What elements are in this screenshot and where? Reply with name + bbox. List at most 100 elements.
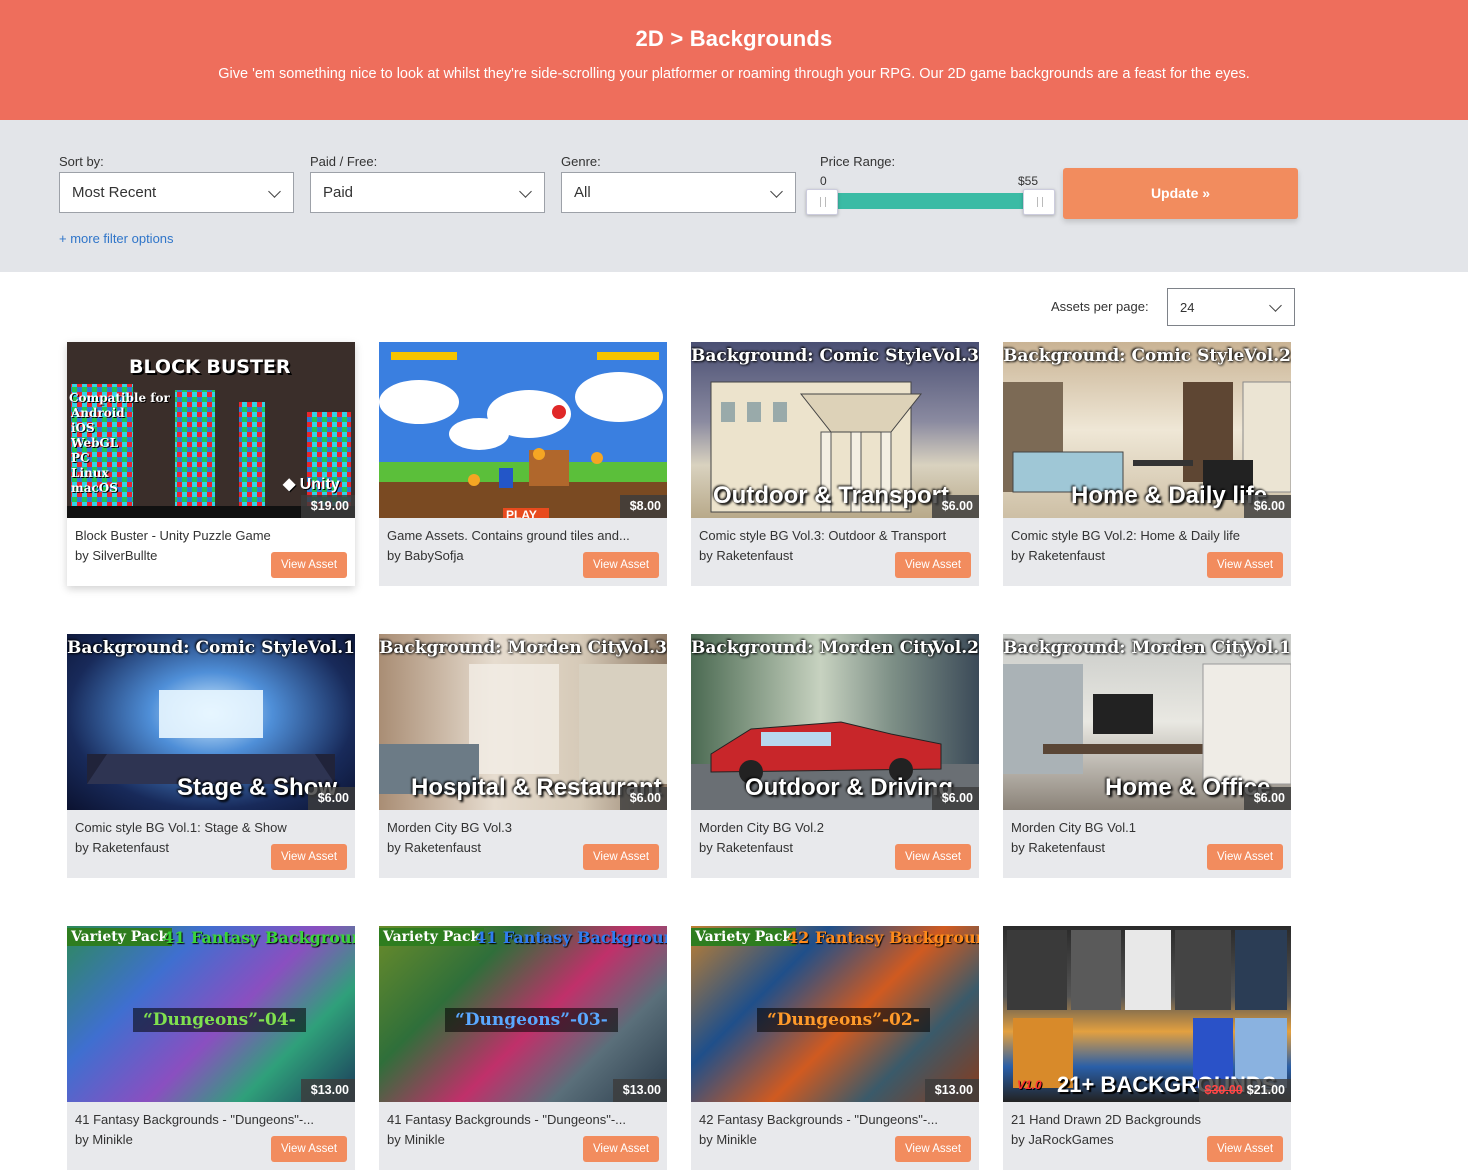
asset-author[interactable]: by Minikle [75,1132,133,1147]
price-min-value: 0 [820,174,827,188]
view-asset-button[interactable]: View Asset [1207,1136,1283,1162]
sort-select[interactable]: Most Recent [59,172,294,213]
asset-title[interactable]: Comic style BG Vol.2: Home & Daily life [1011,528,1283,543]
art-subtitle: Outdoor & Driving [745,774,953,801]
price-badge: $6.00 [1243,787,1291,810]
asset-card[interactable]: PLAY $8.00 Game Assets. Contains ground … [379,342,667,586]
view-asset-button[interactable]: View Asset [271,1136,347,1162]
art-series-title: Background: Comic Style [67,638,309,658]
art-subtitle: “Dungeons”-02- [757,1008,930,1032]
more-filter-options-link[interactable]: + more filter options [59,231,174,246]
art-volume: Vol.1 [307,638,355,658]
asset-author[interactable]: by Raketenfaust [1011,840,1105,855]
variety-pack-tag: Variety Pack [691,928,797,946]
asset-card[interactable]: Background: Comic Style Vol.1 Stage & Sh… [67,634,355,878]
paid-free-select[interactable]: Paid [310,172,545,213]
platformer-art [379,342,667,518]
assets-per-page-value: 24 [1180,300,1195,315]
price-badge: $8.00 [619,495,667,518]
price-badge: $6.00 [619,787,667,810]
view-asset-button[interactable]: View Asset [895,844,971,870]
asset-card[interactable]: Variety Pack 41 Fantasy Backgrounds “Dun… [67,926,355,1170]
view-asset-button[interactable]: View Asset [895,1136,971,1162]
asset-title[interactable]: Morden City BG Vol.3 [387,820,659,835]
art-series-title: Background: Morden City [691,638,938,658]
asset-card[interactable]: Background: Comic Style Vol.2 Home & Dai… [1003,342,1291,586]
asset-author[interactable]: by Raketenfaust [1011,548,1105,563]
asset-author[interactable]: by JaRockGames [1011,1132,1114,1147]
asset-author[interactable]: by BabySofja [387,548,464,563]
asset-thumbnail[interactable]: V1.0 21+ BACKGROUNDS $30.00 $21.00 [1003,926,1291,1102]
asset-title[interactable]: 41 Fantasy Backgrounds - "Dungeons"-... [75,1112,347,1127]
genre-select[interactable]: All [561,172,796,213]
asset-card[interactable]: BLOCK BUSTER Compatible for Android iOS Web… [67,342,355,586]
view-asset-button[interactable]: View Asset [1207,844,1283,870]
original-price: $30.00 [1204,1083,1243,1097]
asset-card[interactable]: V1.0 21+ BACKGROUNDS $30.00 $21.00 21 Han… [1003,926,1291,1170]
price-badge: $30.00 $21.00 [1198,1079,1291,1102]
update-button[interactable]: Update » [1063,168,1298,219]
asset-thumbnail[interactable]: Variety Pack 41 Fantasy Backgrounds “Dun… [67,926,355,1102]
asset-title[interactable]: Morden City BG Vol.2 [699,820,971,835]
asset-author[interactable]: by Raketenfaust [75,840,169,855]
chevron-down-icon [268,185,281,198]
art-subtitle: Home & Daily life [1071,482,1268,509]
asset-card[interactable]: Background: Morden City Vol.3 Hospital &… [379,634,667,878]
price-max-handle[interactable] [1023,189,1055,215]
asset-author[interactable]: by Raketenfaust [387,840,481,855]
asset-author[interactable]: by Minikle [699,1132,757,1147]
art-subtitle: “Dungeons”-03- [445,1008,618,1032]
asset-card[interactable]: Background: Morden City Vol.1 Home & Off… [1003,634,1291,878]
asset-thumbnail[interactable]: Background: Morden City Vol.2 Outdoor & … [691,634,979,810]
view-asset-button[interactable]: View Asset [895,552,971,578]
page-title: 2D > Backgrounds [635,26,833,51]
version-tag: V1.0 [1017,1078,1042,1092]
asset-author[interactable]: by Raketenfaust [699,548,793,563]
view-asset-button[interactable]: View Asset [583,1136,659,1162]
unity-logo: ◆ Unity [283,476,340,493]
asset-card[interactable]: Background: Morden City Vol.2 Outdoor & … [691,634,979,878]
play-art-button: PLAY [506,508,537,518]
price-badge: $13.00 [612,1079,667,1102]
view-asset-button[interactable]: View Asset [583,552,659,578]
asset-thumbnail[interactable]: BLOCK BUSTER Compatible for Android iOS Web… [67,342,355,518]
view-asset-button[interactable]: View Asset [583,844,659,870]
asset-title[interactable]: 42 Fantasy Backgrounds - "Dungeons"-... [699,1112,971,1127]
asset-title[interactable]: Block Buster - Unity Puzzle Game [75,528,347,543]
asset-thumbnail[interactable]: PLAY $8.00 [379,342,667,518]
asset-title[interactable]: 21 Hand Drawn 2D Backgrounds [1011,1112,1283,1127]
view-asset-button[interactable]: View Asset [1207,552,1283,578]
art-subtitle: Outdoor & Transport [713,482,949,509]
paid-free-label: Paid / Free: [310,154,378,169]
genre-label: Genre: [561,154,601,169]
asset-title[interactable]: 41 Fantasy Backgrounds - "Dungeons"-... [387,1112,659,1127]
asset-card[interactable]: Variety Pack 41 Fantasy Backgrounds “Dun… [379,926,667,1170]
asset-thumbnail[interactable]: Variety Pack 42 Fantasy Backgrounds “Dun… [691,926,979,1102]
asset-author[interactable]: by Minikle [387,1132,445,1147]
price-badge: $6.00 [307,787,355,810]
view-asset-button[interactable]: View Asset [271,844,347,870]
art-series-title: Background: Comic Style [1003,346,1245,366]
asset-thumbnail[interactable]: Background: Morden City Vol.1 Home & Off… [1003,634,1291,810]
asset-title[interactable]: Morden City BG Vol.1 [1011,820,1283,835]
asset-title[interactable]: Game Assets. Contains ground tiles and..… [387,528,659,543]
asset-author[interactable]: by Raketenfaust [699,840,793,855]
price-badge: $13.00 [924,1079,979,1102]
art-subtitle: “Dungeons”-04- [133,1008,306,1032]
asset-thumbnail[interactable]: Variety Pack 41 Fantasy Backgrounds “Dun… [379,926,667,1102]
asset-thumbnail[interactable]: Background: Comic Style Vol.1 Stage & Sh… [67,634,355,810]
paid-free-value: Paid [323,184,354,201]
asset-title[interactable]: Comic style BG Vol.1: Stage & Show [75,820,347,835]
price-badge: $6.00 [1243,495,1291,518]
asset-author[interactable]: by SilverBullte [75,548,157,563]
asset-thumbnail[interactable]: Background: Comic Style Vol.3 Outdoor & … [691,342,979,518]
price-min-handle[interactable] [806,189,838,215]
asset-card[interactable]: Variety Pack 42 Fantasy Backgrounds “Dun… [691,926,979,1170]
view-asset-button[interactable]: View Asset [271,552,347,578]
asset-thumbnail[interactable]: Background: Comic Style Vol.2 Home & Dai… [1003,342,1291,518]
art-volume: Vol.3 [931,346,979,366]
assets-per-page-select[interactable]: 24 [1167,288,1295,326]
asset-thumbnail[interactable]: Background: Morden City Vol.3 Hospital &… [379,634,667,810]
asset-title[interactable]: Comic style BG Vol.3: Outdoor & Transpor… [699,528,971,543]
asset-card[interactable]: Background: Comic Style Vol.3 Outdoor & … [691,342,979,586]
